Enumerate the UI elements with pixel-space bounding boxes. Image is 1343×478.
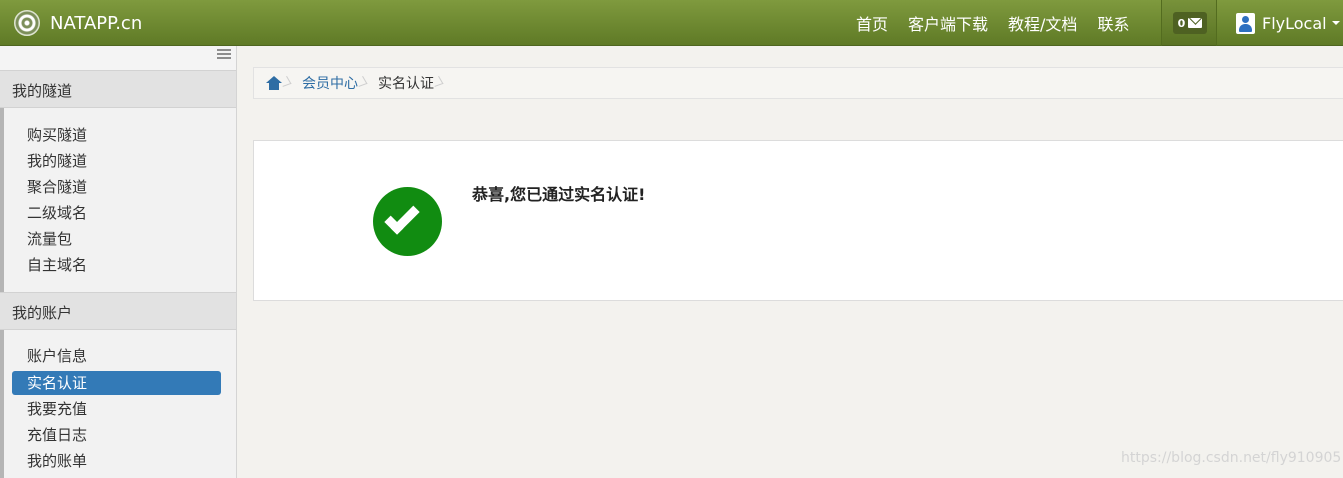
sidebar-toggle-bar — [0, 46, 236, 70]
verification-panel: 恭喜,您已通过实名认证! — [253, 140, 1343, 301]
nav-link-contact[interactable]: 联系 — [1097, 11, 1129, 35]
sidebar: 我的隧道 购买隧道 我的隧道 聚合隧道 二级域名 流量包 自主域名 我的账户 账… — [0, 46, 237, 478]
message-badge: 0 — [1173, 12, 1207, 34]
sidebar-edge — [0, 46, 4, 478]
sidebar-item-verification[interactable]: 实名认证 — [12, 371, 221, 395]
breadcrumb-separator — [440, 74, 448, 92]
sidebar-item-my-bills[interactable]: 我的账单 — [27, 449, 87, 473]
user-menu[interactable]: FlyLocal — [1236, 0, 1340, 46]
message-count: 0 — [1177, 16, 1186, 30]
sidebar-item-traffic-pack[interactable]: 流量包 — [27, 227, 72, 251]
nav-link-home[interactable]: 首页 — [856, 11, 888, 35]
success-message: 恭喜,您已通过实名认证! — [472, 185, 646, 204]
envelope-icon — [1188, 18, 1203, 28]
breadcrumb: 会员中心 实名认证 — [253, 67, 1343, 99]
sidebar-item-my-tunnels[interactable]: 我的隧道 — [27, 149, 87, 173]
user-icon — [1236, 12, 1255, 34]
sidebar-item-custom-domain[interactable]: 自主域名 — [27, 253, 87, 277]
sidebar-item-buy-tunnel[interactable]: 购买隧道 — [27, 123, 87, 147]
nav-link-download[interactable]: 客户端下载 — [908, 11, 988, 35]
breadcrumb-separator — [364, 74, 372, 92]
messages-button[interactable]: 0 — [1161, 0, 1217, 46]
breadcrumb-separator — [288, 74, 296, 92]
top-navbar: NATAPP.cn 首页 客户端下载 教程/文档 联系 0 FlyLocal — [0, 0, 1343, 46]
breadcrumb-member-center[interactable]: 会员中心 — [302, 73, 358, 93]
sidebar-item-recharge[interactable]: 我要充值 — [27, 397, 87, 421]
sidebar-item-subdomain[interactable]: 二级域名 — [27, 201, 87, 225]
natapp-logo-icon — [14, 10, 40, 36]
user-name: FlyLocal — [1262, 13, 1327, 33]
breadcrumb-current: 实名认证 — [378, 76, 434, 92]
check-mark — [384, 199, 420, 235]
nav-links: 首页 客户端下载 教程/文档 联系 — [856, 0, 1149, 46]
success-check-icon — [373, 187, 442, 256]
watermark: https://blog.csdn.net/fly910905 — [1121, 450, 1342, 466]
caret-down-icon — [1331, 21, 1340, 25]
nav-link-docs[interactable]: 教程/文档 — [1008, 11, 1077, 35]
section-header-tunnels: 我的隧道 — [0, 70, 236, 108]
brand[interactable]: NATAPP.cn — [14, 9, 142, 37]
sidebar-item-account-info[interactable]: 账户信息 — [27, 344, 87, 368]
sidebar-item-recharge-log[interactable]: 充值日志 — [27, 423, 87, 447]
section-header-account: 我的账户 — [0, 292, 236, 330]
sidebar-item-aggregate-tunnel[interactable]: 聚合隧道 — [27, 175, 87, 199]
brand-name: NATAPP.cn — [50, 12, 143, 34]
sidebar-toggle-icon[interactable] — [217, 49, 231, 59]
